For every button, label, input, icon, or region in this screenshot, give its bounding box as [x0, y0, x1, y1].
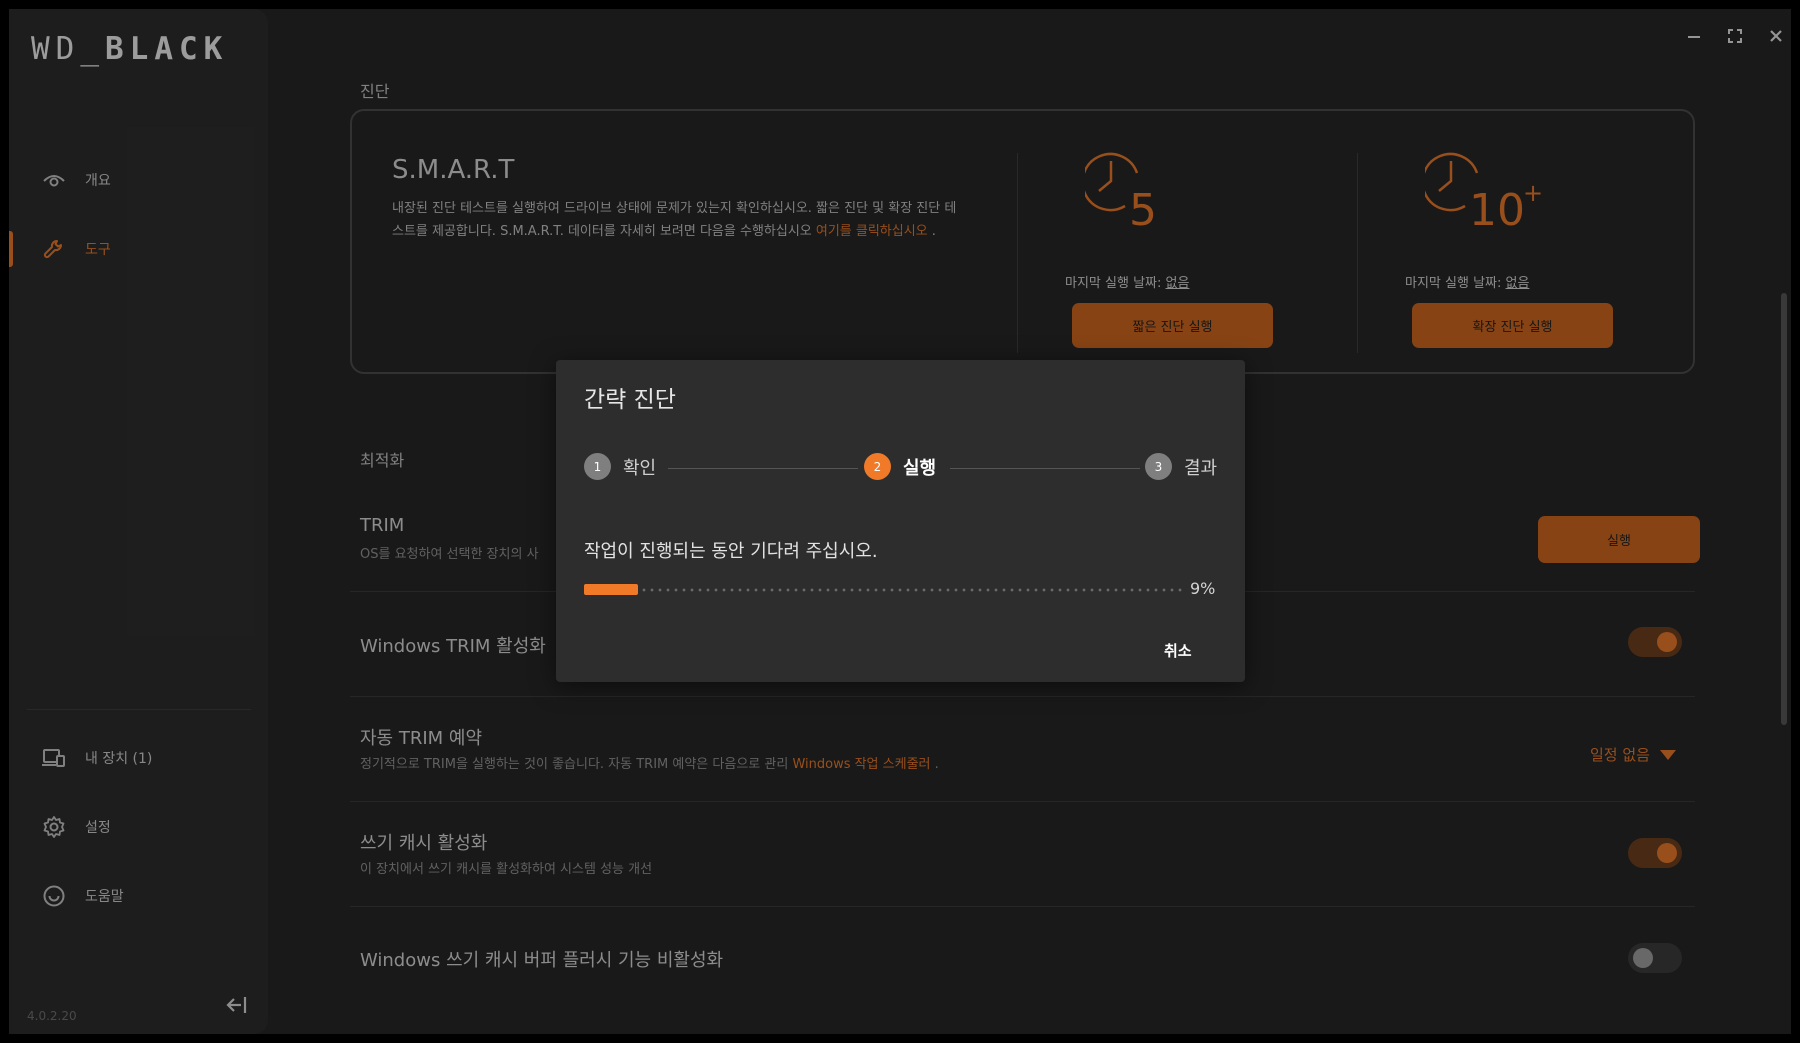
- wait-message: 작업이 진행되는 동안 기다려 주십시오.: [584, 541, 878, 562]
- step-number: 2: [864, 453, 891, 480]
- step-number: 3: [1145, 453, 1172, 480]
- progress-percent: 9%: [1190, 579, 1216, 598]
- step-label: 결과: [1184, 457, 1218, 479]
- quick-diagnostic-modal: 간략 진단 1 확인 2 실행 3 결과 작업이 진행되는 동안 기다려 주십시…: [556, 360, 1245, 682]
- step-label: 확인: [623, 457, 657, 479]
- step-run: 2 실행: [864, 453, 936, 480]
- cancel-button[interactable]: 취소: [1164, 640, 1192, 661]
- step-connector: [668, 468, 858, 469]
- step-label: 실행: [903, 457, 937, 479]
- step-confirm: 1 확인: [584, 453, 656, 480]
- modal-title: 간략 진단: [584, 387, 676, 413]
- progress-fill: [584, 584, 638, 595]
- step-result: 3 결과: [1145, 453, 1217, 480]
- step-number: 1: [584, 453, 611, 480]
- step-connector: [950, 468, 1140, 469]
- progress-track: [584, 588, 1182, 592]
